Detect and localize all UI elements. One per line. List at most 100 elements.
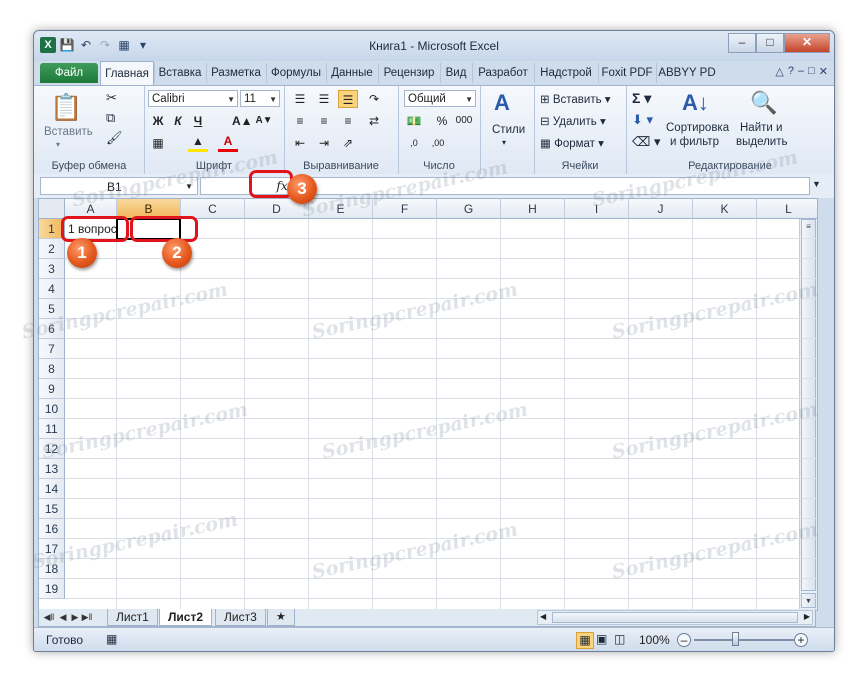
- row-header-12[interactable]: 12: [39, 439, 65, 459]
- select-all-corner[interactable]: [39, 199, 65, 219]
- autosum-icon[interactable]: Σ ▾: [632, 90, 651, 107]
- row-header-5[interactable]: 5: [39, 299, 65, 319]
- row-header-17[interactable]: 17: [39, 539, 65, 559]
- sheet-tab-1[interactable]: Лист1: [107, 609, 158, 626]
- tab-file[interactable]: Файл: [40, 63, 98, 83]
- increase-decimal-icon[interactable]: ,0: [404, 134, 424, 152]
- sheet-tab-3[interactable]: Лист3: [215, 609, 266, 626]
- percent-icon[interactable]: %: [432, 112, 452, 130]
- borders-icon[interactable]: ▦: [148, 134, 168, 152]
- font-color-icon[interactable]: A: [218, 134, 238, 152]
- font-name-combo[interactable]: Calibri ▼: [148, 90, 238, 107]
- minimize-ribbon-icon[interactable]: △: [775, 65, 783, 78]
- align-middle-icon[interactable]: ☰: [314, 90, 334, 108]
- row-header-8[interactable]: 8: [39, 359, 65, 379]
- sort-filter-line2[interactable]: и фильтр: [670, 136, 719, 148]
- orientation-icon[interactable]: ⇗: [338, 134, 358, 152]
- column-header-i[interactable]: I: [565, 199, 629, 219]
- scroll-left-icon[interactable]: ◀: [540, 612, 546, 621]
- formula-input[interactable]: [297, 178, 809, 194]
- tab-foxit-pdf[interactable]: Foxit PDF: [598, 63, 655, 83]
- page-break-view-icon[interactable]: ◫: [614, 632, 625, 646]
- find-select-line1[interactable]: Найти и: [740, 122, 782, 134]
- horizontal-scroll-thumb[interactable]: [552, 612, 798, 623]
- tab-developer[interactable]: Разработ: [472, 63, 533, 83]
- row-header-2[interactable]: 2: [39, 239, 65, 259]
- clear-icon[interactable]: ⌫ ▾: [632, 134, 661, 150]
- paste-dropdown-icon[interactable]: ▾: [56, 140, 60, 149]
- zoom-level[interactable]: 100%: [639, 633, 670, 647]
- doc-minimize-icon[interactable]: –: [798, 65, 804, 78]
- number-format-combo[interactable]: Общий ▼: [404, 90, 476, 107]
- currency-icon[interactable]: 💵: [404, 112, 424, 130]
- grow-font-icon[interactable]: A▲: [232, 112, 253, 130]
- column-header-k[interactable]: K: [693, 199, 757, 219]
- fill-color-icon[interactable]: ▲: [188, 134, 208, 152]
- align-center-icon[interactable]: ≡: [314, 112, 334, 130]
- format-painter-icon[interactable]: 🖌: [106, 130, 123, 146]
- copy-icon[interactable]: ⧉: [106, 110, 115, 126]
- expand-formula-bar-icon[interactable]: ▼: [812, 179, 821, 189]
- styles-icon[interactable]: A: [494, 90, 510, 116]
- prev-sheet-icon[interactable]: ◀: [57, 609, 69, 626]
- tab-view[interactable]: Вид: [440, 63, 471, 83]
- row-header-13[interactable]: 13: [39, 459, 65, 479]
- name-box[interactable]: B1 ▼: [40, 177, 198, 195]
- cut-icon[interactable]: ✂: [106, 90, 117, 106]
- row-header-10[interactable]: 10: [39, 399, 65, 419]
- macro-record-icon[interactable]: ▦: [106, 632, 117, 646]
- align-right-icon[interactable]: ≡: [338, 112, 358, 130]
- column-header-e[interactable]: E: [309, 199, 373, 219]
- column-header-g[interactable]: G: [437, 199, 501, 219]
- zoom-out-button[interactable]: –: [677, 633, 691, 647]
- column-header-f[interactable]: F: [373, 199, 437, 219]
- insert-cells-button[interactable]: ⊞ Вставить ▾: [540, 92, 611, 106]
- zoom-slider-thumb[interactable]: [732, 632, 739, 646]
- paste-icon[interactable]: 📋: [50, 92, 82, 123]
- insert-sheet-icon[interactable]: ★: [267, 609, 295, 626]
- row-header-15[interactable]: 15: [39, 499, 65, 519]
- row-header-4[interactable]: 4: [39, 279, 65, 299]
- align-bottom-icon[interactable]: ☰: [338, 90, 358, 108]
- row-header-16[interactable]: 16: [39, 519, 65, 539]
- sort-filter-icon[interactable]: A↓: [682, 90, 709, 116]
- underline-button[interactable]: Ч: [188, 112, 208, 130]
- sheet-tab-2[interactable]: Лист2: [159, 609, 213, 626]
- shrink-font-icon[interactable]: A▼: [254, 112, 274, 130]
- paste-button[interactable]: Вставить: [44, 126, 93, 138]
- column-header-h[interactable]: H: [501, 199, 565, 219]
- horizontal-scrollbar[interactable]: ◀ ▶: [537, 610, 813, 625]
- delete-cells-button[interactable]: ⊟ Удалить ▾: [540, 114, 606, 128]
- merge-center-icon[interactable]: ⇄: [364, 112, 384, 130]
- tab-review[interactable]: Рецензир: [378, 63, 439, 83]
- row-header-18[interactable]: 18: [39, 559, 65, 579]
- comma-style-icon[interactable]: 000: [454, 112, 474, 130]
- row-header-9[interactable]: 9: [39, 379, 65, 399]
- vertical-scrollbar[interactable]: ▲ ≡ ▼: [799, 199, 817, 610]
- decrease-indent-icon[interactable]: ⇤: [290, 134, 310, 152]
- tab-abbyy-pdf[interactable]: ABBYY PD: [656, 63, 717, 83]
- doc-restore-icon[interactable]: □: [808, 65, 815, 78]
- tab-addins[interactable]: Надстрой: [534, 63, 597, 83]
- tab-formulas[interactable]: Формулы: [266, 63, 325, 83]
- column-header-l[interactable]: L: [757, 199, 817, 219]
- first-sheet-icon[interactable]: ◀‖: [43, 609, 55, 626]
- wrap-text-icon[interactable]: ↷: [364, 90, 384, 108]
- format-cells-button[interactable]: ▦ Формат ▾: [540, 136, 604, 150]
- row-header-14[interactable]: 14: [39, 479, 65, 499]
- decrease-decimal-icon[interactable]: ,00: [428, 134, 448, 152]
- tab-data[interactable]: Данные: [326, 63, 377, 83]
- bold-button[interactable]: Ж: [148, 112, 168, 130]
- worksheet-grid[interactable]: ▲ ≡ ▼ ABCDEFGHIJKL1234567891011121314151…: [38, 198, 818, 611]
- last-sheet-icon[interactable]: ▶‖: [81, 609, 93, 626]
- styles-button[interactable]: Стили: [492, 124, 525, 136]
- fill-icon[interactable]: ⬇ ▾: [632, 112, 653, 128]
- column-header-j[interactable]: J: [629, 199, 693, 219]
- row-header-19[interactable]: 19: [39, 579, 65, 599]
- styles-dropdown-icon[interactable]: ▾: [502, 138, 506, 147]
- tab-page-layout[interactable]: Разметка: [206, 63, 265, 83]
- doc-close-icon[interactable]: ✕: [819, 65, 828, 78]
- row-header-11[interactable]: 11: [39, 419, 65, 439]
- row-header-7[interactable]: 7: [39, 339, 65, 359]
- tab-home[interactable]: Главная: [100, 61, 154, 86]
